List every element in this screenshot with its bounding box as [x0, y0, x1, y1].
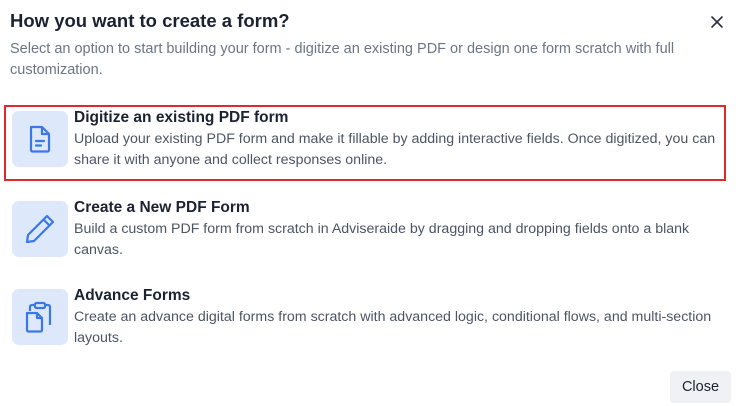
- clipboard-icon: [12, 289, 68, 345]
- pencil-icon: [12, 201, 68, 257]
- document-icon: [12, 111, 68, 167]
- option-title: Create a New PDF Form: [74, 199, 250, 216]
- create-form-dialog: How you want to create a form? Select an…: [0, 0, 744, 406]
- option-text: Advance Forms Create an advance digital …: [74, 286, 726, 348]
- option-description: Upload your existing PDF form and make i…: [74, 131, 716, 168]
- close-icon[interactable]: [705, 10, 729, 34]
- dialog-header: How you want to create a form?: [10, 9, 710, 33]
- option-description: Create an advance digital forms from scr…: [74, 309, 712, 346]
- option-create-new-pdf[interactable]: Create a New PDF Form Build a custom PDF…: [4, 195, 726, 271]
- option-title: Digitize an existing PDF form: [74, 109, 289, 126]
- option-title: Advance Forms: [74, 287, 191, 304]
- dialog-subtitle: Select an option to start building your …: [10, 41, 675, 78]
- close-button[interactable]: Close: [670, 371, 731, 403]
- option-advance-forms[interactable]: Advance Forms Create an advance digital …: [4, 283, 726, 359]
- option-description: Build a custom PDF form from scratch in …: [74, 221, 690, 258]
- option-digitize-pdf[interactable]: Digitize an existing PDF form Upload you…: [4, 105, 726, 181]
- option-text: Digitize an existing PDF form Upload you…: [74, 108, 726, 170]
- option-text: Create a New PDF Form Build a custom PDF…: [74, 198, 726, 260]
- dialog-title: How you want to create a form?: [10, 10, 290, 31]
